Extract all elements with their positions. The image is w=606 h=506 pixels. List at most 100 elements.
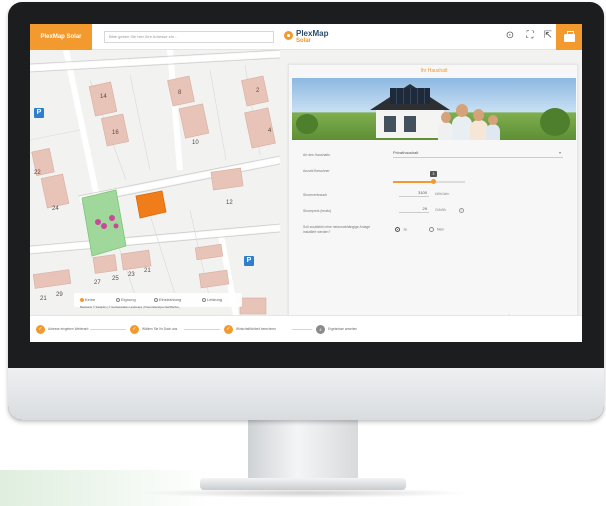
step-connector (292, 329, 312, 330)
family-house-photo (292, 78, 576, 140)
building (32, 269, 72, 289)
price-input[interactable]: 29 (399, 205, 429, 213)
person-shape (486, 124, 500, 140)
house-number: 29 (56, 292, 63, 298)
building (239, 297, 267, 315)
tree-marker (113, 223, 119, 229)
parcel-line (30, 129, 81, 141)
legend-item-einstrahlung[interactable]: Einstrahlung (154, 297, 181, 302)
legend-label: Einstrahlung (159, 297, 182, 302)
legend-label: Leistung (207, 297, 223, 302)
building (40, 173, 70, 209)
parcel-line (209, 69, 227, 161)
price-unit: Ct/kWh (435, 208, 447, 212)
legend-radio-icon (116, 297, 120, 302)
radio-label: Nein (437, 227, 444, 232)
monitor-stand-neck (248, 420, 358, 482)
locate-icon[interactable]: ⊙ (504, 30, 516, 42)
parking-marker[interactable]: P (34, 108, 44, 118)
building (198, 269, 230, 289)
radio-icon (395, 227, 400, 232)
radio-yes[interactable]: Ja (395, 227, 407, 232)
slider-fill (393, 181, 433, 183)
logo-subtitle: Solar (296, 38, 312, 44)
person-head (473, 109, 484, 121)
step-number: 4 (316, 325, 325, 334)
house-number: 25 (112, 276, 119, 282)
solar-panels-shape (390, 88, 430, 104)
household-panel: Ihr Haushalt Art des Haushalts Privathau… (288, 64, 578, 326)
house-number: 23 (128, 272, 135, 278)
fullscreen-icon[interactable]: ⛶ (524, 30, 536, 42)
legend-label: Eignung (121, 297, 136, 302)
plexmap-solar-logo: PlexMap Solar (284, 28, 354, 48)
info-icon[interactable]: i (459, 208, 464, 213)
building (178, 103, 210, 139)
window-shape (384, 116, 396, 132)
building (241, 75, 269, 107)
check-icon: ✓ (224, 325, 233, 334)
household-type-select[interactable]: Privathaushalt ▾ (393, 149, 563, 158)
monitor-chin (8, 368, 604, 420)
parking-marker[interactable]: P (244, 256, 254, 266)
legend-item-keine[interactable]: Keine (80, 297, 95, 302)
share-icon[interactable]: ⇱ (542, 30, 554, 42)
legend-label: Keine (85, 297, 96, 302)
briefcase-button[interactable] (556, 24, 582, 50)
panel-title: Ihr Haushalt (420, 68, 448, 74)
consumption-input[interactable]: 3100 (399, 189, 429, 197)
step-label: Wählen Sie Ihr Dach aus (142, 327, 178, 331)
window-shape (404, 116, 416, 132)
step-label: Wirtschaftlichkeit berechnen (236, 327, 276, 331)
house-number: 12 (226, 200, 233, 206)
step-label: Adresse eingeben Weiterarb (48, 327, 89, 331)
household-type-value: Privathaushalt (393, 150, 419, 155)
building (92, 254, 118, 274)
address-search-input[interactable]: Bitte geben Sie hier Ihre Adresse ein... (104, 31, 274, 43)
chevron-down-icon: ▾ (558, 150, 561, 155)
house-number: 4 (268, 128, 272, 134)
legend-item-leistung[interactable]: Leistung (202, 297, 222, 302)
street (167, 50, 183, 171)
slider-handle[interactable] (431, 179, 436, 184)
map-attribution: Basiskarte © Stadtplan | © Geobasisdaten… (80, 306, 180, 309)
legend-radio-icon (80, 297, 84, 302)
building (210, 167, 244, 191)
map-view[interactable]: 14 8 2 16 10 4 22 24 12 27 25 23 21 21 2… (30, 50, 582, 328)
house-number: 27 (94, 280, 101, 286)
parcel-line (129, 74, 151, 171)
storage-question: Soll zusätzlich eine netzunabhängige Anl… (303, 225, 371, 234)
top-bar: PlexMap Solar Bitte geben Sie hier Ihre … (30, 24, 582, 50)
legend-item-eignung[interactable]: Eignung (116, 297, 136, 302)
selected-roof (135, 190, 167, 219)
radio-no[interactable]: Nein (429, 227, 444, 232)
tree-shape (540, 108, 570, 136)
building (120, 249, 152, 271)
consumption-label: Stromverbrauch (303, 193, 328, 197)
household-type-label: Art des Haushalts (303, 153, 330, 157)
logo-mark-icon (284, 31, 293, 40)
house-number: 14 (100, 94, 107, 100)
price-label: Strompreis (brutto) (303, 209, 332, 213)
app-screen: PlexMap Solar Bitte geben Sie hier Ihre … (30, 24, 582, 342)
house-number: 10 (192, 140, 199, 146)
person-shape (452, 116, 472, 140)
briefcase-icon (564, 31, 575, 42)
house-number: 16 (112, 130, 119, 136)
check-icon: ✓ (36, 325, 45, 334)
building (194, 243, 224, 261)
person-head (456, 104, 468, 117)
wizard-stepper: ✓ Adresse eingeben Weiterarb ✓ Wählen Si… (30, 315, 582, 342)
step-connector (184, 329, 220, 330)
legend-radio-icon (154, 297, 158, 302)
residents-slider[interactable]: 3 (393, 171, 465, 184)
brand-button[interactable]: PlexMap Solar (30, 24, 92, 50)
tree-marker (95, 219, 101, 225)
step-label: Ergebnisse ansehen (328, 327, 358, 331)
residents-label: Anzahl Bewohner (303, 169, 330, 173)
house-number: 2 (256, 88, 260, 94)
consumption-unit: kWh/Jahr (435, 192, 450, 196)
tree-shape (296, 114, 318, 134)
logo-title: PlexMap (296, 29, 329, 38)
step-connector (90, 329, 126, 330)
